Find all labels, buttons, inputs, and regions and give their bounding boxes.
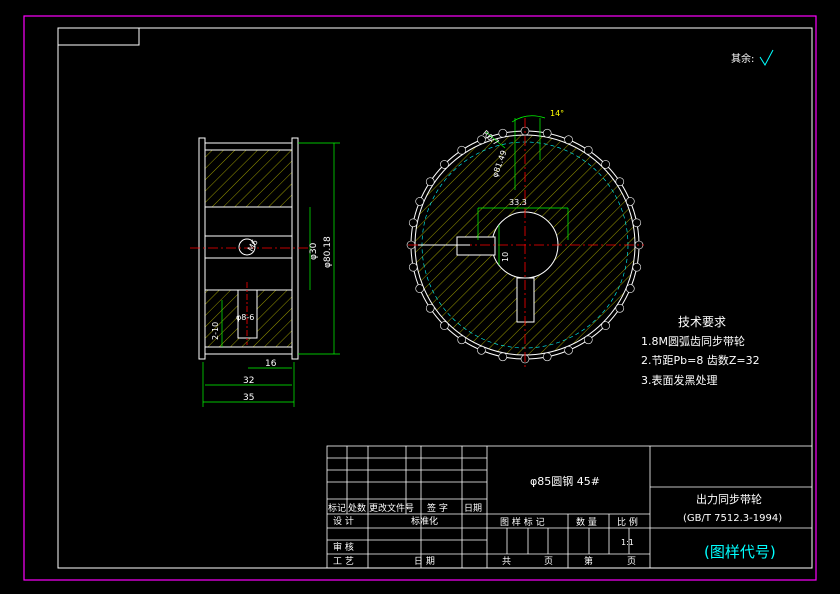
front-view: 14° R0.7 φ81.49 33.3 10: [406, 109, 644, 370]
rev-sign: 签 字: [427, 502, 448, 514]
pulley-tooth: [408, 218, 418, 228]
part-name: 出力同步带轮: [696, 492, 762, 506]
dim-hole: 2-10: [211, 322, 220, 340]
page2-label: 页: [627, 556, 636, 567]
pulley-tooth: [440, 160, 449, 169]
pulley-tooth: [425, 177, 435, 186]
pulley-tooth: [408, 262, 418, 272]
review-label: 审 核: [333, 541, 354, 553]
code-box: [57, 27, 140, 46]
standard: (GB/T 7512.3-1994): [683, 513, 782, 524]
dim-inner: 16: [265, 359, 277, 369]
dim-keyway: φ8-6: [236, 313, 254, 322]
sheet-label: 第: [584, 555, 593, 567]
pulley-tooth: [583, 145, 593, 155]
drawing-code: (图样代号): [704, 543, 776, 561]
rev-doc: 更改文件号: [369, 502, 414, 514]
pulley-tooth: [615, 303, 625, 313]
pulley-tooth: [615, 177, 625, 186]
pulley-tooth: [415, 197, 425, 206]
dim-hub: 32: [243, 376, 254, 386]
standardize-label: 标准化: [411, 515, 438, 527]
dim-od: φ80.18: [323, 236, 333, 268]
pulley-tooth: [457, 335, 467, 345]
scale-label: 比 例: [617, 516, 638, 528]
rev-date: 日期: [464, 503, 482, 514]
mark-label: 图 样 标 记: [500, 516, 545, 528]
pulley-tooth: [632, 262, 642, 272]
pulley-tooth: [542, 352, 552, 362]
tech-item-1: 1.8M圆弧齿同步带轮: [641, 334, 745, 348]
side-view: 35 32 16 φ80.18 φ30 φ8-6 2-10 M6: [190, 137, 340, 407]
tech-title: 技术要求: [678, 315, 726, 329]
pulley-tooth: [632, 218, 642, 228]
date-label: 日 期: [414, 556, 435, 567]
roughness-symbol: 其余:: [731, 49, 774, 66]
page-label: 页: [544, 556, 553, 567]
roughness-label: 其余:: [731, 52, 754, 65]
dim-bore: φ30: [309, 242, 319, 260]
material: φ85圆钢 45#: [530, 475, 600, 488]
pulley-tooth: [498, 128, 508, 138]
tech-item-3: 3.表面发黑处理: [641, 373, 718, 387]
scale-value: 1:1: [621, 538, 634, 547]
pulley-tooth: [498, 352, 508, 362]
pulley-tooth: [583, 335, 593, 345]
dim-center: M6: [246, 238, 260, 253]
pulley-tooth: [601, 160, 610, 169]
pulley-tooth: [440, 321, 449, 330]
rev-count: 处数: [348, 502, 366, 514]
dim-key-height: 33.3: [509, 198, 527, 207]
rev-mark: 标记: [328, 502, 346, 514]
design-label: 设 计: [333, 515, 354, 527]
pulley-tooth: [425, 303, 435, 313]
pulley-tooth: [542, 128, 552, 138]
pulley-tooth: [415, 284, 425, 293]
cad-drawing-sheet: 其余: 35 32 16 φ80.18 φ30 φ8-6 2-10 M6 14°…: [23, 15, 817, 581]
dim-key-width: 10: [501, 252, 510, 262]
dim-angle: 14°: [550, 109, 564, 118]
pulley-tooth: [457, 145, 467, 155]
total-label: 共: [502, 556, 511, 567]
pulley-tooth: [564, 345, 573, 355]
dim-width: 35: [243, 393, 254, 403]
pulley-tooth: [564, 135, 573, 144]
weight-label: 数 量: [576, 516, 597, 528]
process-label: 工 艺: [333, 556, 354, 567]
title-block-text: 标记 处数 更改文件号 签 字 日期 设 计 标准化 审 核 工 艺 日 期 φ…: [328, 475, 782, 567]
pulley-tooth: [477, 345, 486, 355]
pulley-tooth: [601, 321, 610, 330]
tech-requirements: 技术要求 1.8M圆弧齿同步带轮 2.节距Pb=8 齿数Z=32 3.表面发黑处…: [641, 315, 760, 387]
tech-item-2: 2.节距Pb=8 齿数Z=32: [641, 354, 760, 367]
pulley-tooth: [625, 284, 635, 293]
pulley-tooth: [625, 197, 635, 206]
